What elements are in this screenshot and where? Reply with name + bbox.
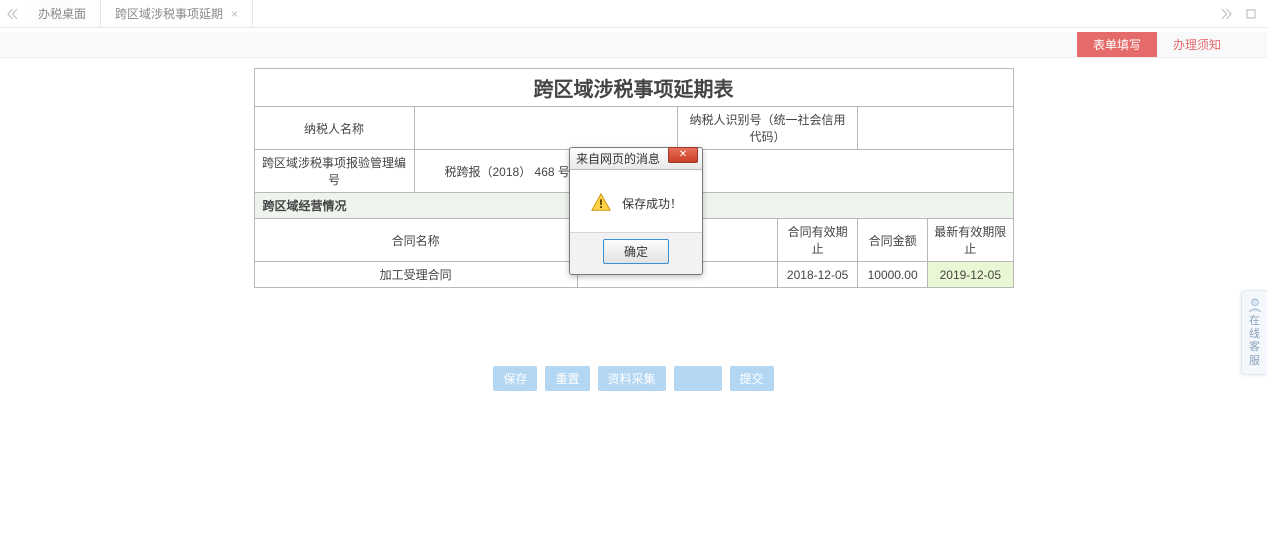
value-taxpayer-name[interactable] <box>414 107 677 150</box>
value-taxpayer-id[interactable] <box>858 107 1013 150</box>
dialog-message: 保存成功！ <box>622 195 682 212</box>
warning-icon <box>590 192 612 214</box>
dialog-close-button[interactable]: ✕ <box>668 147 698 163</box>
reset-button[interactable]: 重置 <box>545 366 589 391</box>
tab-close-icon[interactable]: × <box>231 7 238 21</box>
col-contract-name: 合同名称 <box>254 219 577 262</box>
subtab-row: 表单填写 办理须知 <box>0 32 1267 58</box>
col-valid-to: 合同有效期止 <box>778 219 858 262</box>
tab-current-label: 跨区域涉税事项延期 <box>115 5 223 22</box>
window-restore-icon[interactable] <box>1239 8 1263 20</box>
submit-button[interactable]: 提交 <box>730 366 774 391</box>
tabs-scroll-right[interactable] <box>1215 8 1239 20</box>
cell-contract-name: 加工受理合同 <box>254 262 577 288</box>
tab-home-label: 办税桌面 <box>38 5 86 22</box>
form-title: 跨区域涉税事项延期表 <box>254 69 1013 107</box>
subtab-notice-label: 办理须知 <box>1173 36 1221 53</box>
support-avatar-icon <box>1244 297 1265 313</box>
window-tabbar: 办税桌面 跨区域涉税事项延期 × <box>0 0 1267 28</box>
subtab-fill[interactable]: 表单填写 <box>1077 32 1157 57</box>
form-button-row: 保存 重置 资料采集 提交 <box>254 366 1014 391</box>
col-new-valid-to: 最新有效期限止 <box>928 219 1013 262</box>
close-icon: ✕ <box>679 150 687 160</box>
col-amount: 合同金额 <box>858 219 928 262</box>
online-help-widget[interactable]: 在线客服 <box>1241 290 1267 375</box>
other-button[interactable] <box>674 366 722 391</box>
label-taxpayer-id: 纳税人识别号（统一社会信用代码） <box>677 107 857 150</box>
tabs-scroll-left[interactable] <box>0 0 24 27</box>
label-mgr-no: 跨区域涉税事项报验管理编号 <box>254 150 414 193</box>
tab-current[interactable]: 跨区域涉税事项延期 × <box>101 0 253 27</box>
tabbar-right-controls <box>1215 0 1263 27</box>
dialog-title: 来自网页的消息 <box>576 150 660 167</box>
subtab-fill-label: 表单填写 <box>1093 36 1141 53</box>
label-taxpayer-name: 纳税人名称 <box>254 107 414 150</box>
cell-valid-to: 2018-12-05 <box>778 262 858 288</box>
alert-dialog: 来自网页的消息 ✕ 保存成功！ 确定 <box>569 147 703 275</box>
dialog-footer: 确定 <box>570 232 702 274</box>
dialog-ok-button[interactable]: 确定 <box>603 239 669 264</box>
value-mgr-no: 税跨报（2018） 468 号 <box>414 150 1013 193</box>
subtab-notice[interactable]: 办理须知 <box>1157 32 1237 57</box>
cell-amount: 10000.00 <box>858 262 928 288</box>
dialog-body: 保存成功！ <box>570 170 702 232</box>
tab-home[interactable]: 办税桌面 <box>24 0 101 27</box>
dialog-titlebar[interactable]: 来自网页的消息 ✕ <box>570 148 702 170</box>
export-button[interactable]: 资料采集 <box>598 366 666 391</box>
cell-new-valid-to[interactable]: 2019-12-05 <box>928 262 1013 288</box>
save-button[interactable]: 保存 <box>493 366 537 391</box>
online-help-label: 在线客服 <box>1249 315 1260 367</box>
